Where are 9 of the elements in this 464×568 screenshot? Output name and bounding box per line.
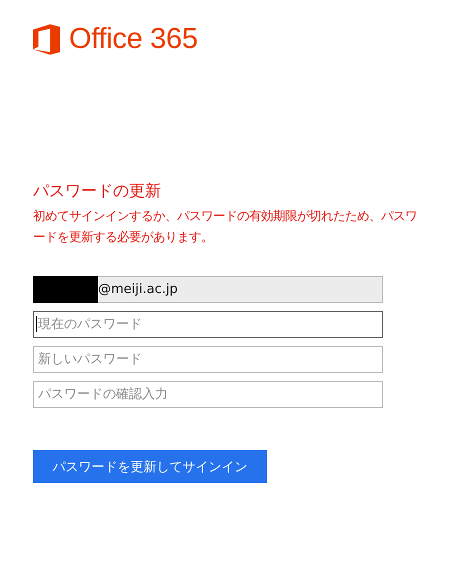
redaction-block [33,276,98,303]
message-text: 初めてサインインするか、パスワードの有効期限が切れたため、パスワードを更新する必要があります。 [33,207,418,246]
update-sign-in-button[interactable]: パスワードを更新してサインイン [33,450,267,483]
office-logo-icon [33,24,60,54]
heading: パスワードの更新 [33,181,162,201]
input-field[interactable]: 新しいパスワード [33,346,383,373]
logo-text: Office 365 [69,22,198,56]
input-field[interactable]: 現在のパスワード [33,311,383,338]
input-field[interactable]: パスワードの確認入力 [33,381,383,408]
